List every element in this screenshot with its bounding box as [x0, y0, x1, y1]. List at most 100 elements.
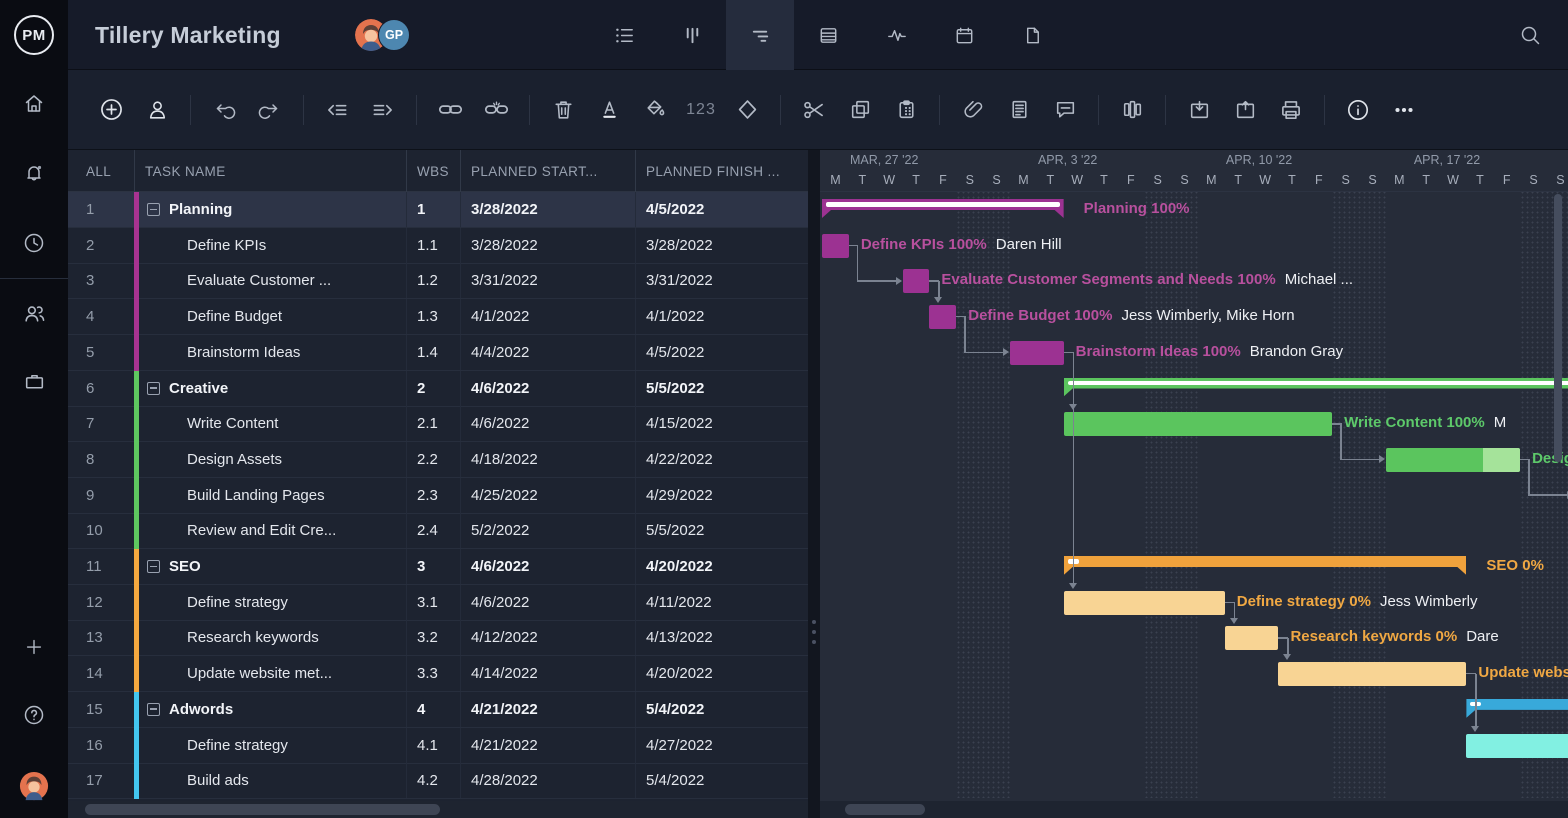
table-hscroll-thumb[interactable]	[85, 804, 440, 815]
milestone-button[interactable]	[728, 91, 766, 129]
task-bar[interactable]	[1064, 412, 1333, 436]
task-name-cell[interactable]: Review and Edit Cre...	[134, 513, 406, 548]
font-color-button[interactable]	[590, 91, 628, 129]
wbs-cell[interactable]: 2.1	[406, 406, 460, 441]
undo-button[interactable]	[205, 91, 243, 129]
wbs-cell[interactable]: 3.3	[406, 656, 460, 691]
finish-cell[interactable]: 5/5/2022	[635, 513, 808, 548]
collapse-toggle-icon[interactable]	[147, 703, 160, 716]
table-row[interactable]: 3Evaluate Customer ...1.23/31/20223/31/2…	[68, 263, 808, 299]
start-cell[interactable]: 4/6/2022	[460, 371, 635, 406]
start-cell[interactable]: 4/28/2022	[460, 763, 635, 798]
gantt-vscroll-thumb[interactable]	[1554, 194, 1562, 462]
finish-cell[interactable]: 5/4/2022	[635, 692, 808, 727]
wbs-cell[interactable]: 2.2	[406, 442, 460, 477]
column-header[interactable]: WBS	[406, 150, 460, 192]
table-row[interactable]: 16Define strategy4.14/21/20224/27/2022	[68, 728, 808, 764]
task-bar[interactable]	[822, 234, 849, 258]
table-row[interactable]: 11SEO34/6/20224/20/2022	[68, 549, 808, 585]
all-filter-header[interactable]: ALL	[68, 150, 134, 192]
finish-cell[interactable]: 4/20/2022	[635, 656, 808, 691]
sidebar-portfolio[interactable]	[0, 357, 68, 405]
comment-button[interactable]	[1046, 91, 1084, 129]
table-row[interactable]: 12Define strategy3.14/6/20224/11/2022	[68, 585, 808, 621]
task-bar[interactable]	[929, 305, 956, 329]
column-header[interactable]: PLANNED START...	[460, 150, 635, 192]
finish-cell[interactable]: 5/5/2022	[635, 371, 808, 406]
wbs-cell[interactable]: 1.4	[406, 335, 460, 370]
start-cell[interactable]: 3/28/2022	[460, 192, 635, 227]
start-cell[interactable]: 4/21/2022	[460, 728, 635, 763]
attachment-button[interactable]	[954, 91, 992, 129]
task-name-cell[interactable]: Define KPIs	[134, 228, 406, 263]
task-name-cell[interactable]: Design Assets	[134, 442, 406, 477]
copy-button[interactable]	[841, 91, 879, 129]
table-row[interactable]: 9Build Landing Pages2.34/25/20224/29/202…	[68, 478, 808, 514]
finish-cell[interactable]: 4/27/2022	[635, 728, 808, 763]
tab-calendar[interactable]	[930, 0, 998, 70]
wbs-cell[interactable]: 2.3	[406, 478, 460, 513]
print-button[interactable]	[1272, 91, 1310, 129]
table-row[interactable]: 7Write Content2.14/6/20224/15/2022	[68, 406, 808, 442]
task-name-cell[interactable]: Build ads	[134, 763, 406, 798]
summary-bar[interactable]	[822, 199, 1064, 218]
wbs-cell[interactable]: 4.2	[406, 763, 460, 798]
finish-cell[interactable]: 4/11/2022	[635, 585, 808, 620]
pane-splitter[interactable]	[808, 150, 820, 818]
fill-color-button[interactable]	[636, 91, 674, 129]
task-name-cell[interactable]: Planning	[134, 192, 406, 227]
finish-cell[interactable]: 4/20/2022	[635, 549, 808, 584]
task-name-cell[interactable]: Brainstorm Ideas	[134, 335, 406, 370]
task-bar[interactable]	[1278, 662, 1466, 686]
finish-cell[interactable]: 3/31/2022	[635, 263, 808, 298]
search-button[interactable]	[1506, 0, 1554, 70]
table-row[interactable]: 2Define KPIs1.13/28/20223/28/2022	[68, 228, 808, 264]
tab-report[interactable]	[998, 0, 1066, 70]
outdent-button[interactable]	[318, 91, 356, 129]
start-cell[interactable]: 4/1/2022	[460, 299, 635, 334]
sidebar-add[interactable]	[0, 623, 68, 671]
table-row[interactable]: 13Research keywords3.24/12/20224/13/2022	[68, 620, 808, 656]
task-bar[interactable]	[1010, 341, 1064, 365]
table-row[interactable]: 1Planning13/28/20224/5/2022	[68, 192, 808, 228]
wbs-cell[interactable]: 2.4	[406, 513, 460, 548]
start-cell[interactable]: 4/4/2022	[460, 335, 635, 370]
sidebar-notifications[interactable]	[0, 149, 68, 197]
table-row[interactable]: 15Adwords44/21/20225/4/2022	[68, 692, 808, 728]
column-header[interactable]: PLANNED FINISH ...	[635, 150, 808, 192]
unlink-tasks-button[interactable]	[477, 91, 515, 129]
summary-bar[interactable]	[1064, 556, 1467, 575]
start-cell[interactable]: 4/6/2022	[460, 549, 635, 584]
indent-button[interactable]	[364, 91, 402, 129]
table-row[interactable]: 6Creative24/6/20225/5/2022	[68, 371, 808, 407]
add-task-button[interactable]	[92, 91, 130, 129]
task-name-cell[interactable]: Evaluate Customer ...	[134, 263, 406, 298]
task-name-cell[interactable]: SEO	[134, 549, 406, 584]
notes-button[interactable]	[1000, 91, 1038, 129]
member-avatars[interactable]: GP	[355, 19, 410, 51]
task-bar[interactable]	[1064, 591, 1225, 615]
sidebar-home[interactable]	[0, 80, 68, 128]
collapse-toggle-icon[interactable]	[147, 203, 160, 216]
sidebar-profile[interactable]	[0, 762, 68, 810]
assign-user-button[interactable]	[138, 91, 176, 129]
task-name-cell[interactable]: Write Content	[134, 406, 406, 441]
start-cell[interactable]: 4/12/2022	[460, 620, 635, 655]
wbs-cell[interactable]: 1.1	[406, 228, 460, 263]
tab-gantt[interactable]	[726, 0, 794, 70]
column-header[interactable]: TASK NAME	[134, 150, 406, 192]
info-button[interactable]	[1339, 91, 1377, 129]
sidebar-history[interactable]	[0, 219, 68, 267]
task-name-cell[interactable]: Creative	[134, 371, 406, 406]
task-name-cell[interactable]: Research keywords	[134, 620, 406, 655]
table-row[interactable]: 4Define Budget1.34/1/20224/1/2022	[68, 299, 808, 335]
sidebar-team[interactable]	[0, 289, 68, 337]
finish-cell[interactable]: 4/29/2022	[635, 478, 808, 513]
start-cell[interactable]: 4/25/2022	[460, 478, 635, 513]
wbs-cell[interactable]: 3.2	[406, 620, 460, 655]
summary-bar[interactable]	[1064, 378, 1568, 397]
tab-list[interactable]	[590, 0, 658, 70]
wbs-cell[interactable]: 3	[406, 549, 460, 584]
start-cell[interactable]: 3/28/2022	[460, 228, 635, 263]
finish-cell[interactable]: 4/13/2022	[635, 620, 808, 655]
